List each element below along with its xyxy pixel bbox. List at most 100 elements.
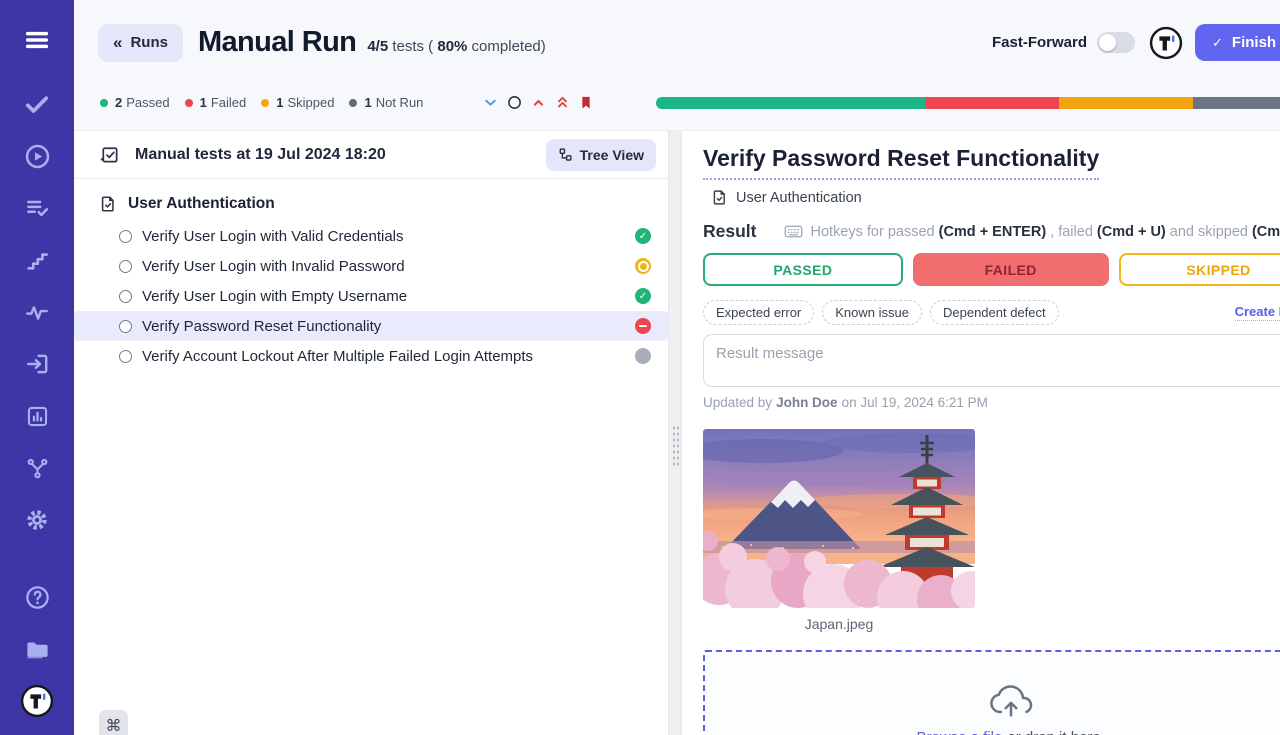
skipped-button[interactable]: SKIPPED [1119,253,1280,286]
skipped-dot-icon [261,99,269,107]
legend-not-run: 1Not Run [349,95,423,110]
result-message-input[interactable] [703,334,1280,387]
sidebar-item-milestones[interactable] [15,240,59,280]
top-bar: Runs Manual Run 4/5 tests ( 80% complete… [74,0,1280,85]
back-to-runs-button[interactable]: Runs [98,24,183,62]
jump-top-button[interactable] [550,92,574,114]
sidebar-item-tests[interactable] [15,84,59,124]
attachment: Japan.jpeg [703,429,975,632]
bookmark-button[interactable] [574,92,598,114]
gear-icon [24,507,50,533]
tests-panel: Manual tests at 19 Jul 2024 18:20 Tree V… [74,131,668,735]
tag-expected-error[interactable]: Expected error [703,300,814,325]
tag-known-issue[interactable]: Known issue [822,300,922,325]
jump-up-button[interactable] [526,92,550,114]
browse-file-link[interactable]: Browse a file [916,729,1002,735]
chevrons-up-icon [554,94,571,111]
sidebar-item-projects[interactable] [15,629,59,669]
tags-row: Expected error Known issue Dependent def… [703,300,1280,325]
sidebar-item-reports[interactable] [15,396,59,436]
progress-passed-segment [656,97,924,109]
sidebar-item-settings[interactable] [15,500,59,540]
sidebar-item-import[interactable] [15,344,59,384]
file-dropzone[interactable]: Browse a fileor drop it here. Click here… [703,650,1280,735]
test-row[interactable]: Verify Account Lockout After Multiple Fa… [74,341,668,371]
circle-marker-button[interactable] [502,92,526,114]
suite-row[interactable]: User Authentication [74,192,668,216]
checklist-icon [99,144,120,165]
result-label: Result [703,221,756,242]
test-title: Verify Password Reset Functionality [703,145,1099,180]
passed-button[interactable]: PASSED [703,253,903,286]
hotkeys-hint-button[interactable]: ⌘ [99,710,128,735]
chevron-up-icon [530,94,547,111]
radio-icon[interactable] [119,290,132,303]
legend-skipped: 1Skipped [261,95,334,110]
keyboard-icon [784,224,803,239]
result-header: Result Hotkeys for passed(Cmd + ENTER), … [703,221,1280,242]
tag-dependent-defect[interactable]: Dependent defect [930,300,1059,325]
progress-skipped-segment [1059,97,1193,109]
help-icon [24,584,51,611]
drop-hint: or drop it here. [1007,729,1105,735]
back-to-runs-label: Runs [130,34,168,51]
run-progress-bar [656,97,1280,109]
test-status-icon [635,288,651,304]
sidebar-item-analytics[interactable] [15,292,59,332]
fast-forward-toggle[interactable] [1097,32,1135,53]
page-title: Manual Run [198,26,356,59]
hotkeys-hint: Hotkeys for passed(Cmd + ENTER), failed(… [784,224,1280,240]
radio-icon[interactable] [119,230,132,243]
updated-by-user: John Doe [776,395,838,410]
attachment-filename: Japan.jpeg [703,616,975,632]
grip-dots-icon [672,425,679,467]
run-title: Manual tests at 19 Jul 2024 18:20 [135,146,546,164]
failed-button[interactable]: FAILED [913,253,1109,286]
finish-run-button[interactable]: Finish Run [1195,24,1280,61]
branch-icon [25,456,50,481]
passed-dot-icon [100,99,108,107]
collapse-button[interactable] [478,92,502,114]
test-name: Verify Password Reset Functionality [142,318,635,335]
radio-icon[interactable] [119,260,132,273]
panels: Manual tests at 19 Jul 2024 18:20 Tree V… [74,130,1280,735]
sidebar-bottom [15,565,59,721]
tree-view-button[interactable]: Tree View [546,139,656,171]
fast-forward-label: Fast-Forward [992,34,1087,51]
menu-button[interactable] [15,20,59,60]
list-check-icon [24,195,50,221]
sidebar-item-help[interactable] [15,577,59,617]
create-defect-link[interactable]: Create Defect [1235,304,1280,321]
hamburger-icon [23,26,51,54]
activity-icon [24,299,50,325]
radio-icon[interactable] [119,320,132,333]
bookmark-icon [578,94,594,111]
sidebar [0,0,74,735]
breadcrumb[interactable]: User Authentication [703,189,1280,206]
header-logo-button[interactable] [1149,26,1183,60]
test-name: Verify User Login with Valid Credentials [142,228,635,245]
test-row[interactable]: Verify User Login with Valid Credentials [74,221,668,251]
progress-failed-segment [925,97,1059,109]
test-row[interactable]: Verify User Login with Invalid Password [74,251,668,281]
toggle-knob [1099,34,1116,51]
sidebar-item-branches[interactable] [15,448,59,488]
sidebar-item-runs[interactable] [15,136,59,176]
check-icon [1212,34,1232,51]
test-name: Verify User Login with Invalid Password [142,258,635,275]
radio-icon[interactable] [119,350,132,363]
panel-resize-handle[interactable] [668,131,682,735]
steps-icon [25,248,50,273]
app-logo-icon [1149,26,1183,60]
test-row[interactable]: Verify Password Reset Functionality [74,311,668,341]
status-legend: 2Passed 1Failed 1Skipped 1Not Run [100,95,438,110]
attachment-image[interactable] [703,429,975,608]
tests-list: Verify User Login with Valid Credentials… [74,221,668,371]
play-circle-icon [24,143,51,170]
sidebar-logo-button[interactable] [15,681,59,721]
sidebar-item-plans[interactable] [15,188,59,228]
cloud-upload-icon [987,680,1035,720]
completed-percent: 80% [437,38,467,55]
test-status-icon [635,258,651,274]
test-row[interactable]: Verify User Login with Empty Username [74,281,668,311]
